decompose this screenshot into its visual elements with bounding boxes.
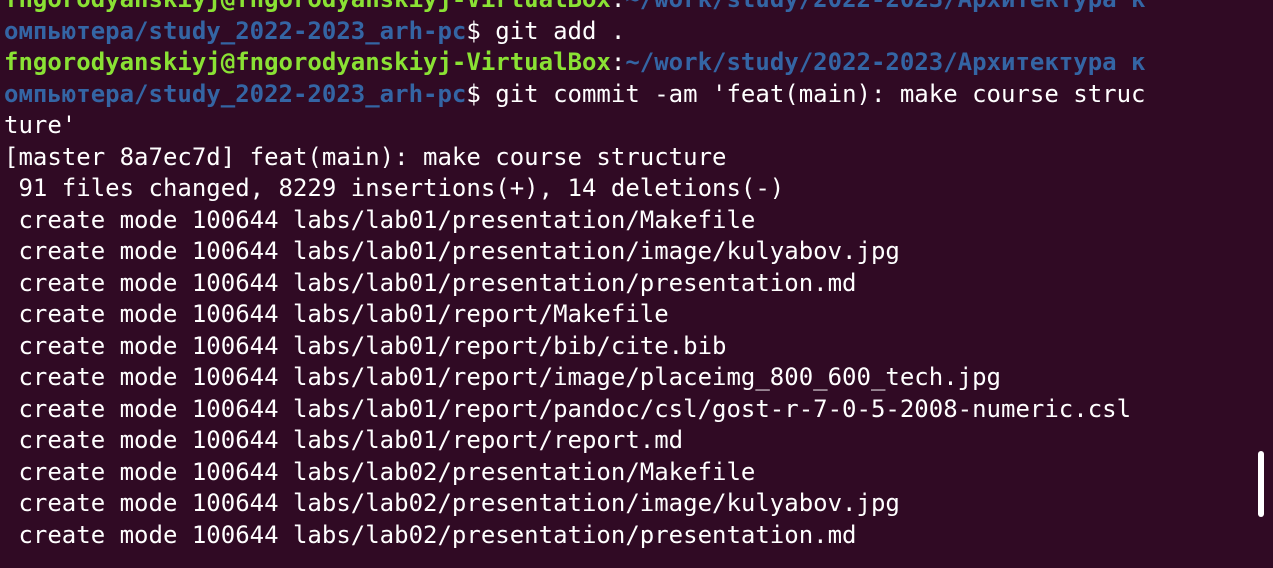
output-line: create mode 100644 labs/lab02/presentati… bbox=[4, 457, 756, 486]
prompt-dollar: $ bbox=[466, 16, 496, 45]
prompt-user-host: fngorodyanskiyj@fngorodyanskiyj-VirtualB… bbox=[4, 48, 611, 76]
output-line: create mode 100644 labs/lab02/presentati… bbox=[4, 520, 857, 549]
scrollbar-thumb[interactable] bbox=[1258, 451, 1264, 517]
terminal-line-prompt-2a: fngorodyanskiyj@fngorodyanskiyj-VirtualB… bbox=[4, 47, 1255, 79]
output-line: create mode 100644 labs/lab01/report/ima… bbox=[4, 363, 1001, 391]
terminal-line-prompt-1b: омпьютера/study_2022-2023_arh-pc$ git ad… bbox=[4, 16, 1255, 48]
output-line: create mode 100644 labs/lab02/presentati… bbox=[4, 489, 900, 517]
prompt-dollar: $ bbox=[466, 79, 496, 108]
output-line: create mode 100644 labs/lab01/report/rep… bbox=[4, 426, 684, 454]
terminal-window[interactable]: fngorodyanskiyj@fngorodyanskiyj-VirtualB… bbox=[0, 0, 1273, 568]
output-line: create mode 100644 labs/lab01/presentati… bbox=[4, 237, 900, 265]
output-line: create mode 100644 labs/lab01/report/pan… bbox=[4, 394, 1132, 423]
output-line: create mode 100644 labs/lab01/report/Mak… bbox=[4, 300, 669, 328]
prompt-path: ~/work/study/2022-2023/Архитектура к bbox=[625, 48, 1146, 76]
terminal-line-prompt-1a: fngorodyanskiyj@fngorodyanskiyj-VirtualB… bbox=[4, 0, 1255, 16]
output-line: create mode 100644 labs/lab01/report/bib… bbox=[4, 331, 727, 360]
prompt-separator: : bbox=[610, 48, 626, 76]
command-text-continued: ture' bbox=[4, 111, 77, 139]
prompt-path: ~/work/study/2022-2023/Архитектура к bbox=[625, 0, 1145, 13]
prompt-path-continued: омпьютера/study_2022-2023_arh-pc bbox=[4, 16, 467, 45]
prompt-user-host: fngorodyanskiyj@fngorodyanskiyj-VirtualB… bbox=[4, 0, 611, 13]
command-text: git add . bbox=[495, 16, 626, 45]
output-line: create mode 100644 labs/lab01/presentati… bbox=[4, 268, 857, 297]
prompt-path-continued: омпьютера/study_2022-2023_arh-pc bbox=[4, 79, 467, 108]
output-line: 91 files changed, 8229 insertions(+), 14… bbox=[4, 174, 785, 202]
output-line: create mode 100644 labs/lab01/presentati… bbox=[4, 205, 756, 234]
prompt-separator: : bbox=[611, 0, 625, 13]
terminal-line-command-continued: ture' bbox=[4, 110, 1255, 142]
terminal-output: fngorodyanskiyj@fngorodyanskiyj-VirtualB… bbox=[4, 0, 1255, 551]
output-line: [master 8a7ec7d] feat(main): make course… bbox=[4, 142, 727, 171]
command-text: git commit -am 'feat(main): make course … bbox=[495, 79, 1146, 108]
terminal-line-prompt-2b: омпьютера/study_2022-2023_arh-pc$ git co… bbox=[4, 79, 1255, 111]
